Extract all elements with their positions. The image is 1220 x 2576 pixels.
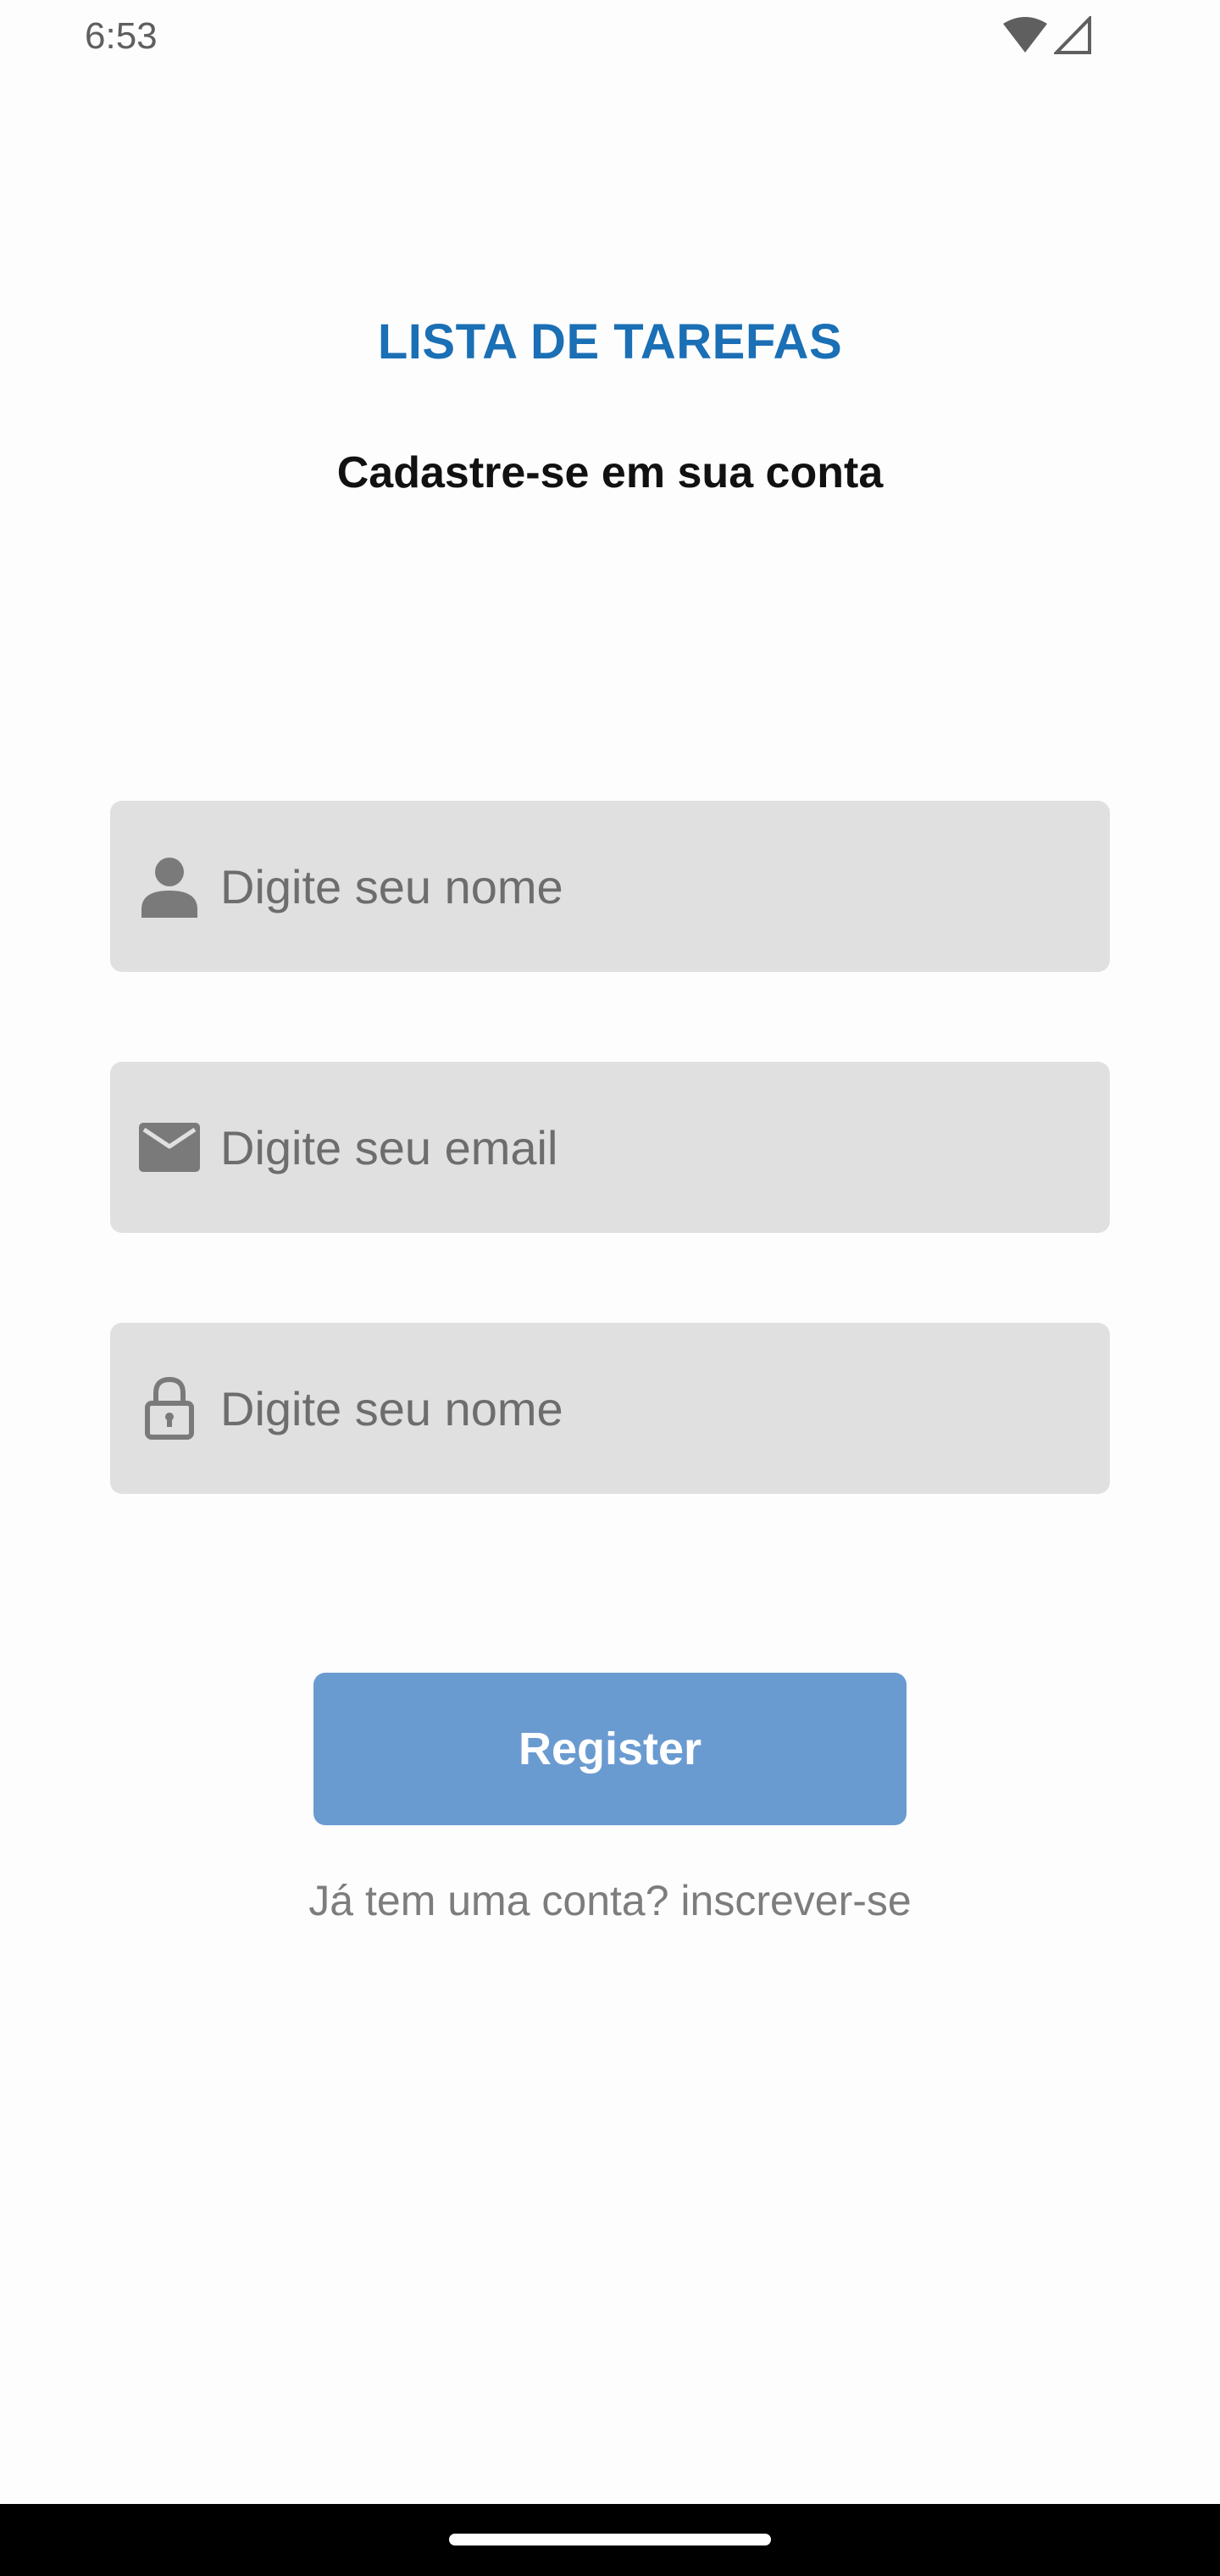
email-field[interactable] (110, 1062, 1110, 1233)
name-input[interactable] (220, 844, 1068, 929)
mail-icon (139, 1117, 200, 1178)
home-indicator[interactable] (449, 2534, 771, 2545)
system-nav-bar (0, 2504, 1220, 2576)
person-icon (139, 856, 200, 918)
page-subtitle: Cadastre-se em sua conta (336, 448, 884, 497)
password-input[interactable] (220, 1366, 1068, 1451)
status-icons (1001, 14, 1093, 59)
app-title: LISTA DE TAREFAS (377, 314, 843, 369)
wifi-icon (1001, 16, 1049, 58)
password-field[interactable] (110, 1323, 1110, 1494)
register-button[interactable]: Register (313, 1673, 907, 1825)
email-input[interactable] (220, 1105, 1068, 1190)
name-field[interactable] (110, 801, 1110, 972)
lock-icon (139, 1376, 200, 1440)
status-time: 6:53 (85, 15, 158, 57)
status-bar: 6:53 (0, 0, 1220, 76)
login-link[interactable]: Já tem uma conta? inscrever-se (0, 1876, 1220, 1925)
cell-signal-icon (1052, 14, 1093, 59)
